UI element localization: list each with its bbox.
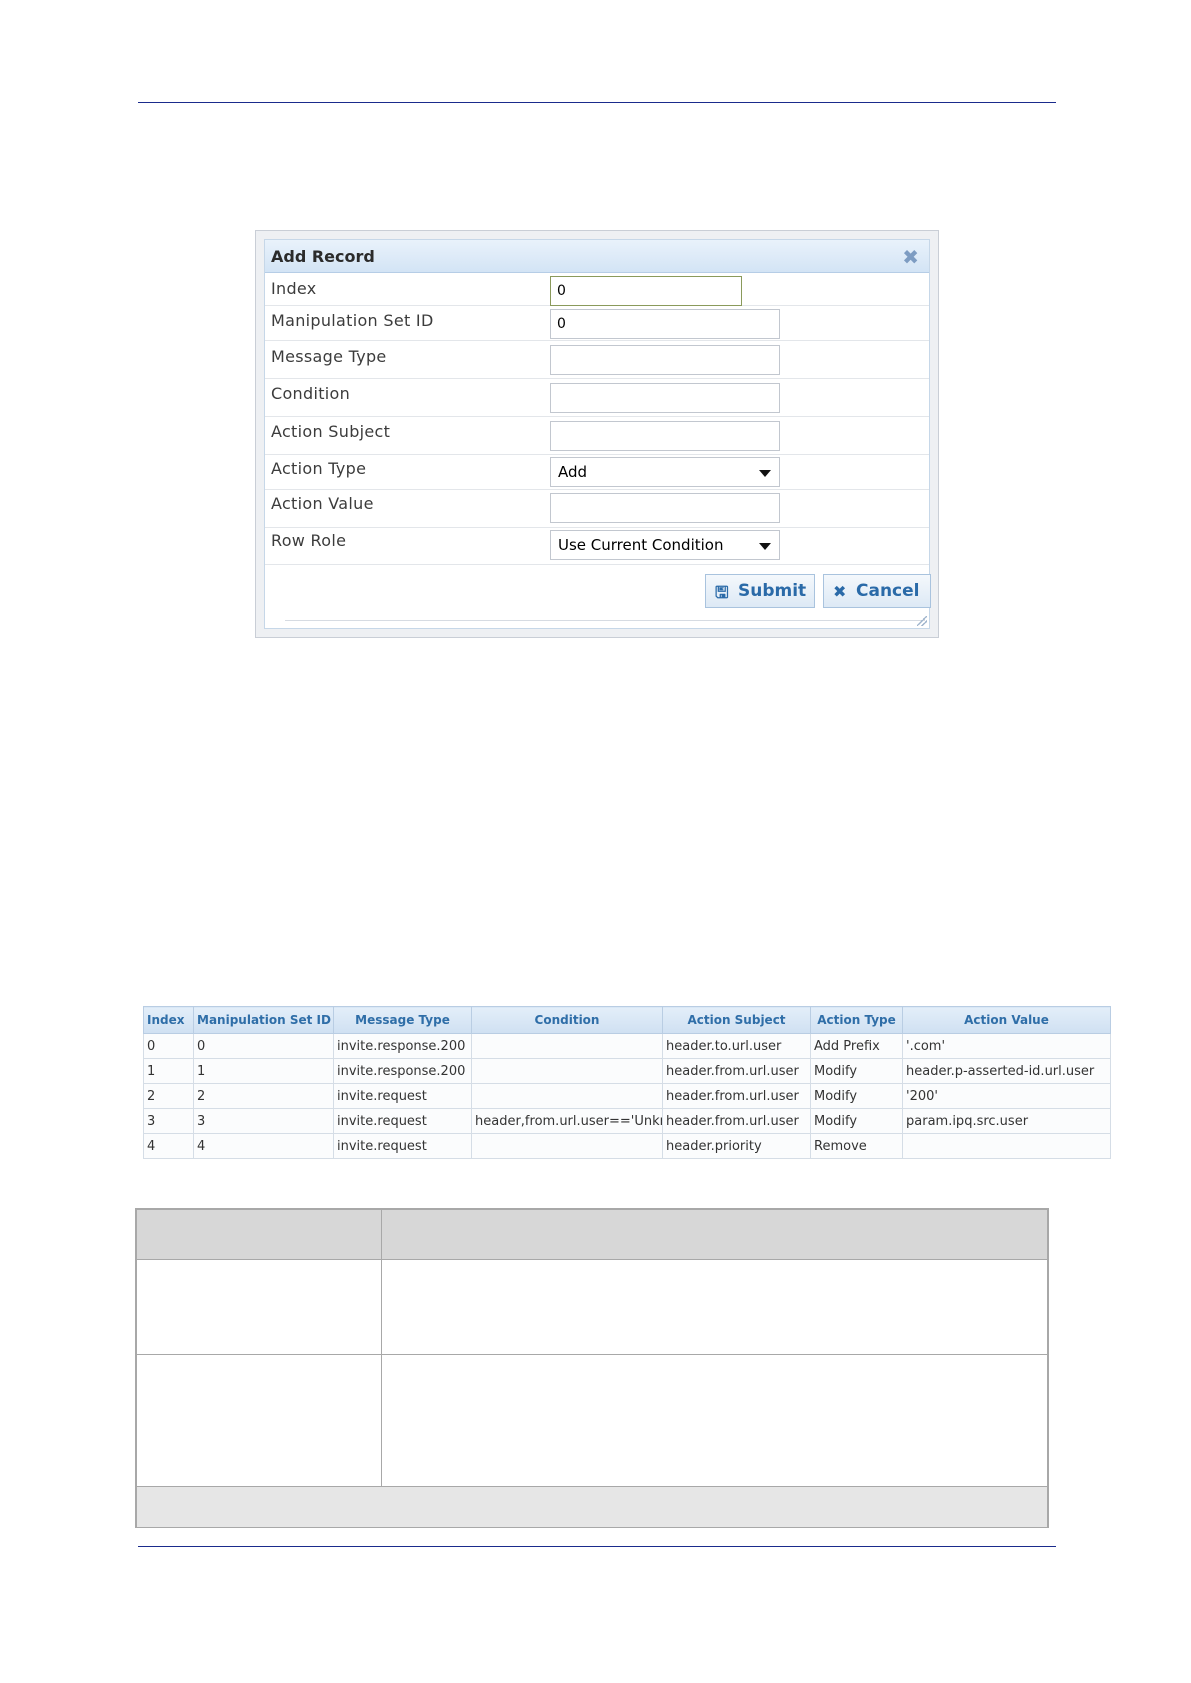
column-header[interactable]: Action Type	[810, 1006, 903, 1034]
table-cell: 0	[143, 1033, 194, 1059]
form-row-row-role: Row Role Use Current Condition	[265, 528, 929, 565]
table-cell: header.p-asserted-id.url.user	[902, 1058, 1111, 1084]
manipulation-set-id-label: Manipulation Set ID	[271, 311, 434, 330]
table-cell: 0	[193, 1033, 334, 1059]
table-cell: 4	[193, 1133, 334, 1159]
row-role-select[interactable]: Use Current Condition	[550, 530, 780, 560]
table-cell: 2	[193, 1083, 334, 1109]
table-row[interactable]: 3 3 invite.request header,from.url.user=…	[143, 1108, 1111, 1134]
table-row[interactable]: 0 0 invite.response.200 header.to.url.us…	[143, 1033, 1111, 1059]
parameter-description-table	[135, 1208, 1049, 1528]
table-cell: header,from.url.user=='Unkr	[471, 1108, 663, 1134]
row-divider	[137, 1354, 1047, 1355]
header-rule	[138, 102, 1056, 103]
form-row-action-subject: Action Subject	[265, 417, 929, 455]
form-row-manipulation-set-id: Manipulation Set ID	[265, 306, 929, 341]
submit-button[interactable]: 🖫 Submit	[705, 574, 815, 608]
table-cell: 2	[143, 1083, 194, 1109]
table-cell	[471, 1133, 663, 1159]
table-cell: Modify	[810, 1108, 903, 1134]
action-subject-label: Action Subject	[271, 422, 391, 441]
cancel-label: Cancel	[856, 581, 920, 601]
table-cell: header.from.url.user	[662, 1058, 811, 1084]
manipulation-set-id-input[interactable]	[550, 309, 780, 339]
table-cell: invite.response.200	[333, 1058, 472, 1084]
form-row-action-type: Action Type Add	[265, 455, 929, 490]
dialog-title-bar: Add Record ✖	[265, 240, 929, 273]
close-icon: ✖	[833, 582, 847, 601]
table-row[interactable]: 4 4 invite.request header.priority Remov…	[143, 1133, 1111, 1159]
table-cell: 3	[193, 1108, 334, 1134]
action-value-input[interactable]	[550, 493, 780, 523]
description-table-header	[137, 1210, 1047, 1260]
column-header[interactable]: Action Value	[902, 1006, 1111, 1034]
form-row-condition: Condition	[265, 379, 929, 417]
table-cell: '.com'	[902, 1033, 1111, 1059]
table-cell	[471, 1083, 663, 1109]
form-row-message-type: Message Type	[265, 341, 929, 379]
table-cell	[471, 1058, 663, 1084]
form-row-action-value: Action Value	[265, 490, 929, 528]
button-bar: 🖫 Submit ✖ Cancel	[285, 574, 931, 621]
table-cell: Remove	[810, 1133, 903, 1159]
column-divider	[381, 1210, 382, 1486]
table-cell: 3	[143, 1108, 194, 1134]
table-cell: invite.response.200	[333, 1033, 472, 1059]
table-cell: Modify	[810, 1058, 903, 1084]
table-cell: '200'	[902, 1083, 1111, 1109]
submit-label: Submit	[738, 581, 807, 601]
action-type-label: Action Type	[271, 459, 367, 478]
table-row[interactable]: 1 1 invite.response.200 header.from.url.…	[143, 1058, 1111, 1084]
action-value-label: Action Value	[271, 494, 374, 513]
table-cell: invite.request	[333, 1108, 472, 1134]
dialog-title: Add Record	[271, 247, 375, 266]
index-input[interactable]	[550, 276, 742, 306]
chevron-down-icon	[759, 470, 771, 477]
column-header[interactable]: Action Subject	[662, 1006, 811, 1034]
condition-input[interactable]	[550, 383, 780, 413]
table-cell	[902, 1133, 1111, 1159]
message-type-label: Message Type	[271, 347, 387, 366]
column-header[interactable]: Index	[143, 1006, 194, 1034]
save-icon: 🖫	[715, 583, 729, 602]
message-type-input[interactable]	[550, 345, 780, 375]
table-cell: header.priority	[662, 1133, 811, 1159]
row-role-label: Row Role	[271, 531, 347, 550]
table-cell: header.from.url.user	[662, 1083, 811, 1109]
table-cell: invite.request	[333, 1133, 472, 1159]
chevron-down-icon	[759, 543, 771, 550]
index-label: Index	[271, 279, 317, 298]
table-cell: header.to.url.user	[662, 1033, 811, 1059]
add-record-dialog: Add Record ✖ Index Manipulation Set ID M…	[255, 230, 939, 638]
footer-rule	[138, 1546, 1056, 1547]
table-cell: invite.request	[333, 1083, 472, 1109]
cancel-button[interactable]: ✖ Cancel	[823, 574, 931, 608]
action-type-select[interactable]: Add	[550, 457, 780, 487]
table-cell: header.from.url.user	[662, 1108, 811, 1134]
table-cell: 4	[143, 1133, 194, 1159]
column-header[interactable]: Message Type	[333, 1006, 472, 1034]
table-header-row: Index Manipulation Set ID Message Type C…	[143, 1006, 1111, 1034]
resize-handle-icon[interactable]	[917, 616, 927, 626]
message-manipulations-table: Index Manipulation Set ID Message Type C…	[143, 1006, 1111, 1159]
table-cell: 1	[143, 1058, 194, 1084]
dialog-body: Add Record ✖ Index Manipulation Set ID M…	[264, 239, 931, 629]
table-cell: Add Prefix	[810, 1033, 903, 1059]
form-row-index: Index	[265, 272, 929, 306]
action-type-selected: Add	[558, 463, 588, 481]
table-cell: Modify	[810, 1083, 903, 1109]
column-header[interactable]: Condition	[471, 1006, 663, 1034]
description-table-footer	[137, 1486, 1047, 1527]
table-row[interactable]: 2 2 invite.request header.from.url.user …	[143, 1083, 1111, 1109]
row-role-selected: Use Current Condition	[558, 536, 724, 554]
table-cell	[471, 1033, 663, 1059]
table-cell: 1	[193, 1058, 334, 1084]
close-icon[interactable]: ✖	[902, 245, 919, 269]
column-header[interactable]: Manipulation Set ID	[193, 1006, 334, 1034]
action-subject-input[interactable]	[550, 421, 780, 451]
condition-label: Condition	[271, 384, 351, 403]
table-cell: param.ipq.src.user	[902, 1108, 1111, 1134]
